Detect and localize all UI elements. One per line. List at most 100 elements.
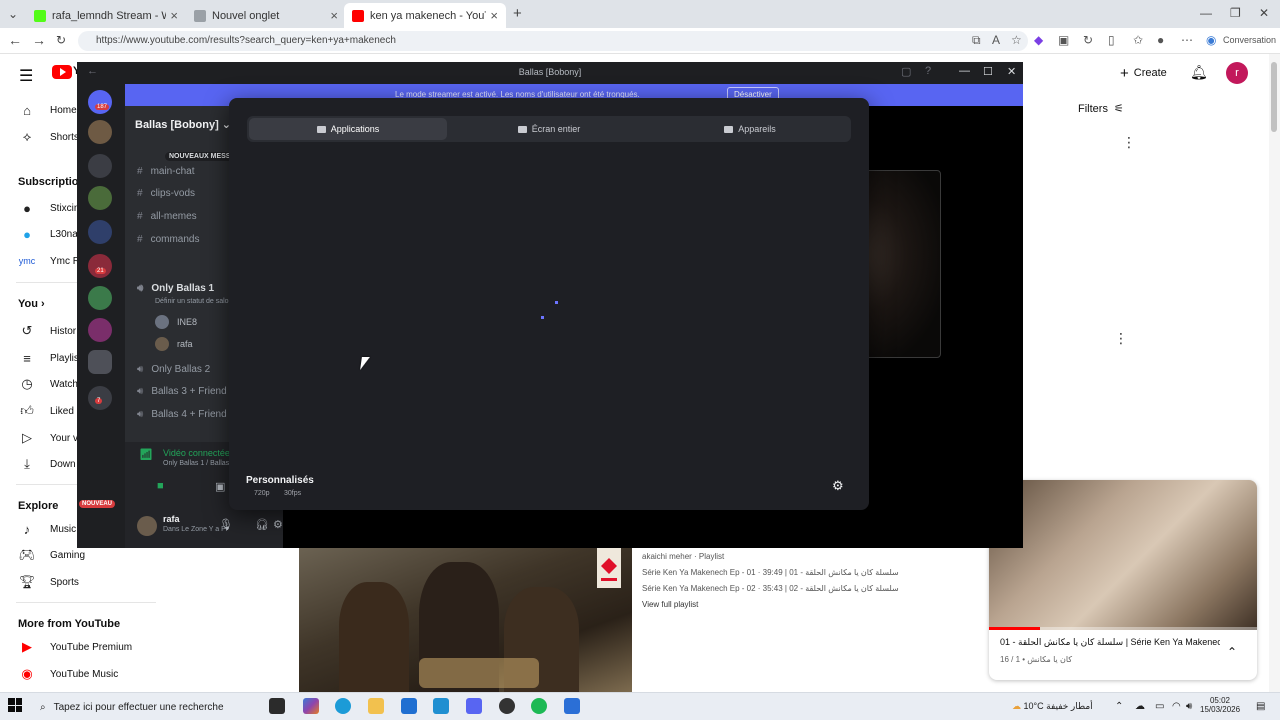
- sidebar-item-premium[interactable]: ▶ YouTube Premium: [18, 637, 132, 657]
- tab-new-tab[interactable]: Nouvel onglet ×: [186, 3, 346, 28]
- notifications-icon[interactable]: ▤: [1256, 701, 1265, 712]
- create-button[interactable]: + Create: [1120, 63, 1167, 83]
- tab-kick-stream[interactable]: rafa_lemndh Stream - Watch Live ×: [26, 3, 186, 28]
- minimize-button[interactable]: —: [1200, 6, 1212, 20]
- discord-app-icon[interactable]: [466, 698, 482, 714]
- close-window-button[interactable]: ✕: [1007, 65, 1016, 78]
- tray-expand-icon[interactable]: ⌃: [1115, 701, 1123, 712]
- new-messages-pill[interactable]: NOUVEAUX MESS: [165, 152, 235, 161]
- battery-icon[interactable]: ▭: [1155, 701, 1164, 712]
- favorites-icon[interactable]: ✩: [1133, 33, 1143, 47]
- server-icon[interactable]: [88, 254, 112, 278]
- sidebar-item-sports[interactable]: 🏆︎ Sports: [18, 572, 79, 592]
- refresh-ext-icon[interactable]: ↻: [1083, 33, 1093, 47]
- task-view-icon[interactable]: [269, 698, 285, 714]
- translate-icon[interactable]: ⧉: [972, 33, 981, 48]
- inbox-icon[interactable]: ▢: [901, 65, 911, 78]
- sidebar-item-your-videos[interactable]: ▷ Your v: [18, 428, 78, 448]
- miniplayer-progress-bar[interactable]: [989, 627, 1257, 630]
- discord-home-icon[interactable]: [88, 90, 112, 114]
- screen-share-icon[interactable]: ▣: [215, 480, 225, 493]
- clock[interactable]: 05:02 15/03/2026: [1200, 696, 1240, 714]
- close-icon[interactable]: ×: [170, 8, 178, 23]
- subscriptions-heading[interactable]: Subscription: [18, 176, 85, 188]
- microsoft-store-icon[interactable]: [401, 698, 417, 714]
- filters-button[interactable]: Filters ⚟: [1078, 102, 1124, 116]
- you-heading[interactable]: You ›: [18, 298, 45, 310]
- sidebar-item-music[interactable]: ♪ Music: [18, 519, 76, 539]
- extension-icon[interactable]: ▣: [1058, 33, 1069, 47]
- miniplayer[interactable]: 01 - سلسلة كان يا مكانش الحلقة | Série K…: [989, 480, 1257, 680]
- headset-icon[interactable]: 🎧︎: [255, 518, 269, 531]
- view-full-playlist-link[interactable]: View full playlist: [642, 600, 882, 609]
- sidebar-item-gaming[interactable]: 🎮︎ Gaming: [18, 545, 85, 565]
- tab-devices[interactable]: Appareils: [651, 118, 849, 140]
- page-scrollbar[interactable]: [1269, 54, 1280, 692]
- microphone-icon[interactable]: 🎙︎: [219, 518, 233, 531]
- settings-gear-icon[interactable]: ⚙: [273, 518, 283, 531]
- read-aloud-icon[interactable]: A: [992, 33, 1000, 47]
- sidebar-item-home[interactable]: ⌂ Home: [18, 100, 77, 120]
- more-actions-icon[interactable]: ⋮: [1114, 330, 1128, 347]
- tab-youtube[interactable]: ken ya makenech - YouTube ×: [344, 3, 506, 28]
- mail-icon[interactable]: [433, 698, 449, 714]
- voice-channel[interactable]: 🔊︎ Only Ballas 2: [137, 364, 210, 375]
- back-button[interactable]: ←: [8, 32, 22, 48]
- sidebar-item-history[interactable]: ↺ Histor: [18, 321, 77, 341]
- settings-gear-icon[interactable]: ⚙: [832, 478, 844, 494]
- file-explorer-icon[interactable]: [368, 698, 384, 714]
- split-screen-icon[interactable]: ▯: [1108, 33, 1115, 47]
- windows-start-icon[interactable]: [8, 698, 22, 712]
- sidebar-item-watch-later[interactable]: ◷ Watch: [18, 374, 78, 394]
- hamburger-menu-icon[interactable]: ☰: [19, 66, 33, 86]
- miniplayer-video[interactable]: [989, 480, 1257, 630]
- edge-browser-icon[interactable]: [335, 698, 351, 714]
- guild-name-header[interactable]: Ballas [Bobony] ⌄: [135, 118, 231, 131]
- account-avatar[interactable]: r: [1226, 62, 1248, 84]
- user-avatar[interactable]: [137, 516, 157, 536]
- profile-icon[interactable]: ●: [1157, 33, 1164, 47]
- sidebar-sub-3[interactable]: ymc Ymc R: [18, 251, 80, 271]
- taskbar-search-box[interactable]: ⌕ Tapez ici pour effectuer une recherche: [32, 695, 262, 719]
- server-icon[interactable]: [88, 120, 112, 144]
- sidebar-item-shorts[interactable]: ⟡ Shorts: [18, 127, 79, 147]
- copilot-label[interactable]: Conversation: [1223, 35, 1276, 45]
- tab-list-icon[interactable]: ⌄: [8, 7, 18, 21]
- server-icon[interactable]: [88, 186, 112, 210]
- close-window-button[interactable]: ✕: [1259, 6, 1269, 20]
- volume-icon[interactable]: 🔊︎: [1186, 701, 1192, 712]
- voice-channel[interactable]: 🔊︎ Ballas 4 + Friend: [137, 409, 227, 420]
- obs-icon[interactable]: [499, 698, 515, 714]
- voice-user[interactable]: INE8: [155, 315, 197, 329]
- help-icon[interactable]: ?: [925, 65, 931, 77]
- close-icon[interactable]: ×: [490, 8, 498, 23]
- spotify-icon[interactable]: [531, 698, 547, 714]
- url-field[interactable]: https://www.youtube.com/results?search_q…: [78, 31, 1028, 51]
- notifications-bell-icon[interactable]: 🔔︎: [1190, 64, 1208, 81]
- app-icon[interactable]: [564, 698, 580, 714]
- close-icon[interactable]: ×: [330, 8, 338, 23]
- quality-preset-label[interactable]: Personnalisés: [246, 475, 314, 486]
- copilot-app-icon[interactable]: [303, 698, 319, 714]
- youtube-logo-icon[interactable]: [52, 65, 72, 79]
- channel-main-chat[interactable]: # main-chat: [137, 166, 194, 177]
- copilot-icon[interactable]: ◉: [1206, 33, 1216, 47]
- forward-button[interactable]: →: [32, 32, 46, 48]
- sidebar-item-liked[interactable]: 👍︎ Liked: [18, 401, 74, 421]
- server-icon[interactable]: [88, 154, 112, 178]
- more-actions-icon[interactable]: ⋮: [1122, 134, 1136, 151]
- wifi-icon[interactable]: ◠: [1172, 701, 1181, 712]
- favorite-star-icon[interactable]: ☆: [1011, 33, 1022, 47]
- channel-all-memes[interactable]: # all-memes: [137, 211, 197, 222]
- maximize-button[interactable]: ☐: [983, 65, 993, 78]
- new-tab-button[interactable]: +: [513, 5, 522, 22]
- sidebar-item-playlists[interactable]: ≡ Playlis: [18, 348, 79, 368]
- playlist-thumbnail[interactable]: [299, 548, 632, 692]
- playlist-episode[interactable]: Série Ken Ya Makenech Ep - 01 · 39:49 | …: [642, 568, 899, 577]
- cloud-icon[interactable]: ☁: [1135, 701, 1145, 712]
- server-icon[interactable]: [88, 350, 112, 374]
- more-menu-icon[interactable]: ⋯: [1181, 33, 1193, 47]
- tab-entire-screen[interactable]: Écran entier: [450, 118, 648, 140]
- voice-user[interactable]: rafa: [155, 337, 193, 351]
- camera-icon[interactable]: ■: [157, 480, 164, 492]
